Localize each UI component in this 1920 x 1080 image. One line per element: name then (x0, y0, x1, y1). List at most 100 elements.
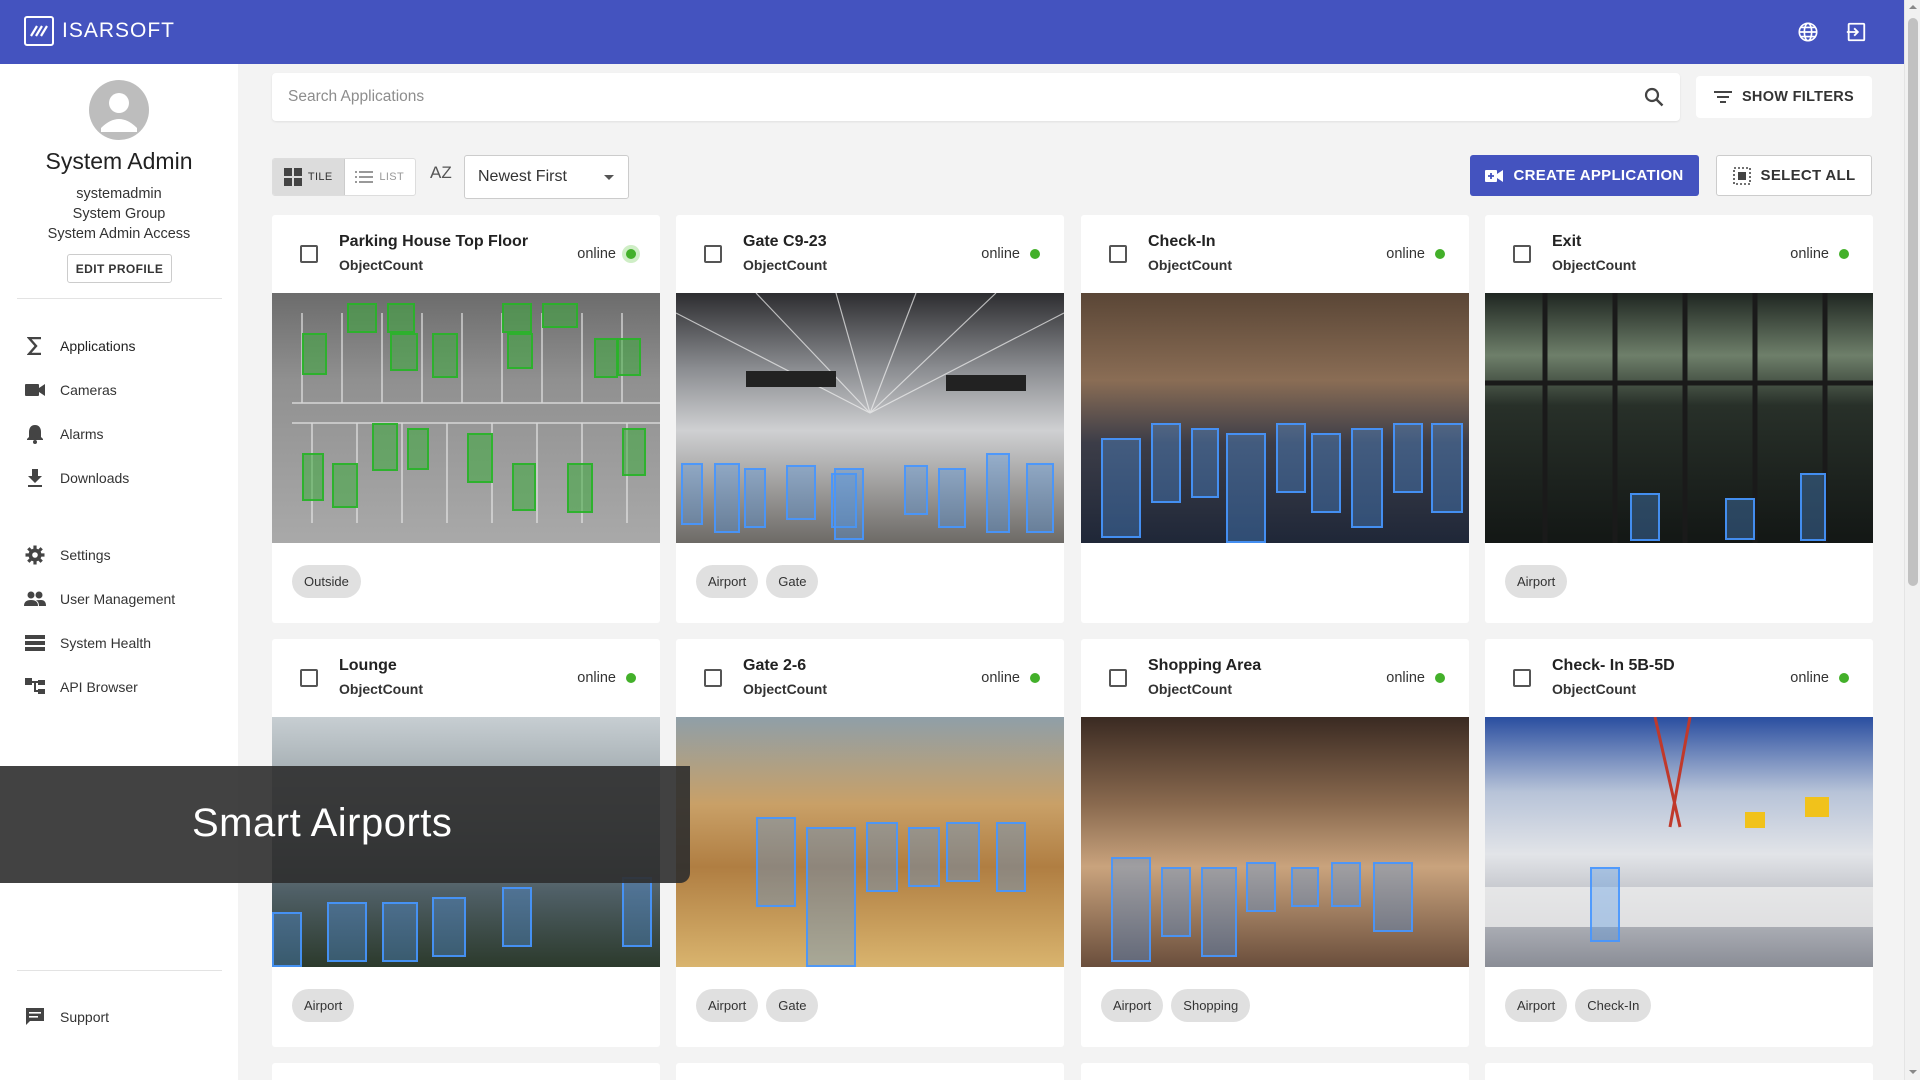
sort-az-icon[interactable]: AZ (430, 163, 452, 183)
logo-icon (24, 16, 54, 46)
camera-preview-image[interactable] (1081, 717, 1469, 967)
avatar[interactable] (89, 80, 149, 140)
show-filters-button[interactable]: SHOW FILTERS (1696, 76, 1872, 118)
sidebar-item-label: User Management (60, 591, 176, 607)
status-badge: online (1386, 246, 1445, 262)
status-label: online (981, 246, 1020, 262)
application-card[interactable] (676, 1063, 1064, 1080)
sidebar-item-applications[interactable]: Applications (24, 334, 136, 358)
sidebar-item-label: Alarms (60, 426, 104, 442)
application-card[interactable]: Parking House Top Floor ObjectCount onli… (272, 215, 660, 623)
caret-down-icon (604, 175, 614, 180)
application-card[interactable]: Gate 2-6 ObjectCount online Airport Gate (676, 639, 1064, 1047)
card-checkbox[interactable] (704, 669, 722, 687)
create-application-button[interactable]: CREATE APPLICATION (1470, 155, 1699, 196)
sidebar-item-alarms[interactable]: Alarms (24, 422, 104, 446)
status-dot-icon (1435, 249, 1445, 259)
application-card[interactable] (272, 1063, 660, 1080)
sidebar-item-downloads[interactable]: Downloads (24, 466, 129, 490)
status-badge: online (577, 670, 636, 686)
application-card[interactable]: Exit ObjectCount online Airport (1485, 215, 1873, 623)
sidebar-item-label: API Browser (60, 679, 138, 695)
card-title: Gate 2-6 (743, 657, 807, 674)
tile-view-label: TILE (307, 171, 333, 183)
page-scrollbar[interactable] (1904, 0, 1920, 1080)
application-card[interactable] (1485, 1063, 1873, 1080)
tile-view-button[interactable]: TILE (273, 159, 345, 195)
sidebar-item-system-health[interactable]: System Health (24, 631, 151, 655)
card-title: Lounge (339, 657, 397, 674)
profile-group: System Group (72, 206, 166, 222)
status-label: online (577, 246, 616, 262)
camera-preview-image[interactable] (1485, 293, 1873, 543)
tag-chip[interactable]: Airport (696, 565, 759, 598)
tag-chip[interactable]: Airport (696, 989, 759, 1022)
status-badge: online (1790, 670, 1849, 686)
scroll-thumb[interactable] (1908, 18, 1918, 586)
camera-preview-image[interactable] (272, 293, 660, 543)
brand-logo[interactable]: ISARSOFT (24, 16, 175, 46)
card-checkbox[interactable] (1109, 669, 1127, 687)
search-icon[interactable] (1644, 87, 1664, 107)
application-card[interactable] (1081, 1063, 1469, 1080)
card-checkbox[interactable] (1513, 669, 1531, 687)
chat-icon (24, 1006, 46, 1028)
tag-list: Airport Check-In (1485, 967, 1873, 1047)
sidebar-item-label: Applications (60, 338, 136, 354)
card-checkbox[interactable] (1109, 245, 1127, 263)
overlay-title: Smart Airports (192, 801, 453, 845)
sidebar-divider (17, 298, 222, 299)
card-checkbox[interactable] (704, 245, 722, 263)
sort-select[interactable]: Newest First (464, 155, 629, 199)
application-card[interactable]: Check-In ObjectCount online (1081, 215, 1469, 623)
status-label: online (577, 670, 616, 686)
camera-icon (24, 379, 46, 401)
download-icon (24, 467, 46, 489)
logout-icon[interactable] (1844, 20, 1868, 44)
search-input[interactable] (288, 85, 1588, 109)
sidebar-item-support[interactable]: Support (24, 1005, 109, 1029)
tag-list: Outside (272, 543, 660, 623)
tag-chip[interactable]: Airport (1505, 989, 1568, 1022)
camera-preview-image[interactable] (1081, 293, 1469, 543)
sidebar-divider (17, 970, 222, 971)
card-checkbox[interactable] (300, 669, 318, 687)
application-card[interactable]: Check- In 5B-5D ObjectCount online Airpo… (1485, 639, 1873, 1047)
scroll-down-arrow-icon[interactable] (1909, 1068, 1917, 1076)
status-dot-icon (1030, 249, 1040, 259)
globe-icon[interactable] (1796, 20, 1820, 44)
list-view-button[interactable]: LIST (345, 159, 416, 195)
application-card[interactable]: Shopping Area ObjectCount online Airport… (1081, 639, 1469, 1047)
sidebar-item-label: Downloads (60, 470, 130, 486)
sidebar-item-cameras[interactable]: Cameras (24, 378, 117, 402)
card-type: ObjectCount (743, 257, 827, 273)
card-type: ObjectCount (1552, 681, 1636, 697)
sidebar-item-settings[interactable]: Settings (24, 543, 111, 567)
tag-list (1081, 543, 1469, 623)
card-checkbox[interactable] (1513, 245, 1531, 263)
tag-chip[interactable]: Airport (1505, 565, 1568, 598)
scroll-up-arrow-icon[interactable] (1909, 3, 1917, 11)
card-checkbox[interactable] (300, 245, 318, 263)
tag-chip[interactable]: Gate (766, 989, 819, 1022)
tag-chip[interactable]: Airport (1101, 989, 1164, 1022)
camera-preview-image[interactable] (1485, 717, 1873, 967)
status-label: online (1386, 670, 1425, 686)
camera-preview-image[interactable] (676, 293, 1064, 543)
tag-chip[interactable]: Outside (292, 565, 361, 598)
status-label: online (1790, 670, 1829, 686)
select-all-button[interactable]: SELECT ALL (1716, 155, 1872, 196)
sidebar-item-user-management[interactable]: User Management (24, 587, 175, 611)
camera-preview-image[interactable] (676, 717, 1064, 967)
application-card[interactable]: Gate C9-23 ObjectCount online Airport Ga… (676, 215, 1064, 623)
brand-name: ISARSOFT (62, 19, 176, 42)
card-title: Parking House Top Floor (339, 233, 529, 250)
tag-chip[interactable]: Check-In (1575, 989, 1652, 1022)
tag-chip[interactable]: Gate (766, 565, 819, 598)
tag-list: Airport (1485, 543, 1873, 623)
tag-chip[interactable]: Shopping (1171, 989, 1251, 1022)
card-title: Shopping Area (1148, 657, 1262, 674)
sidebar-item-api-browser[interactable]: API Browser (24, 675, 138, 699)
tag-chip[interactable]: Airport (292, 989, 355, 1022)
edit-profile-button[interactable]: EDIT PROFILE (67, 254, 172, 283)
